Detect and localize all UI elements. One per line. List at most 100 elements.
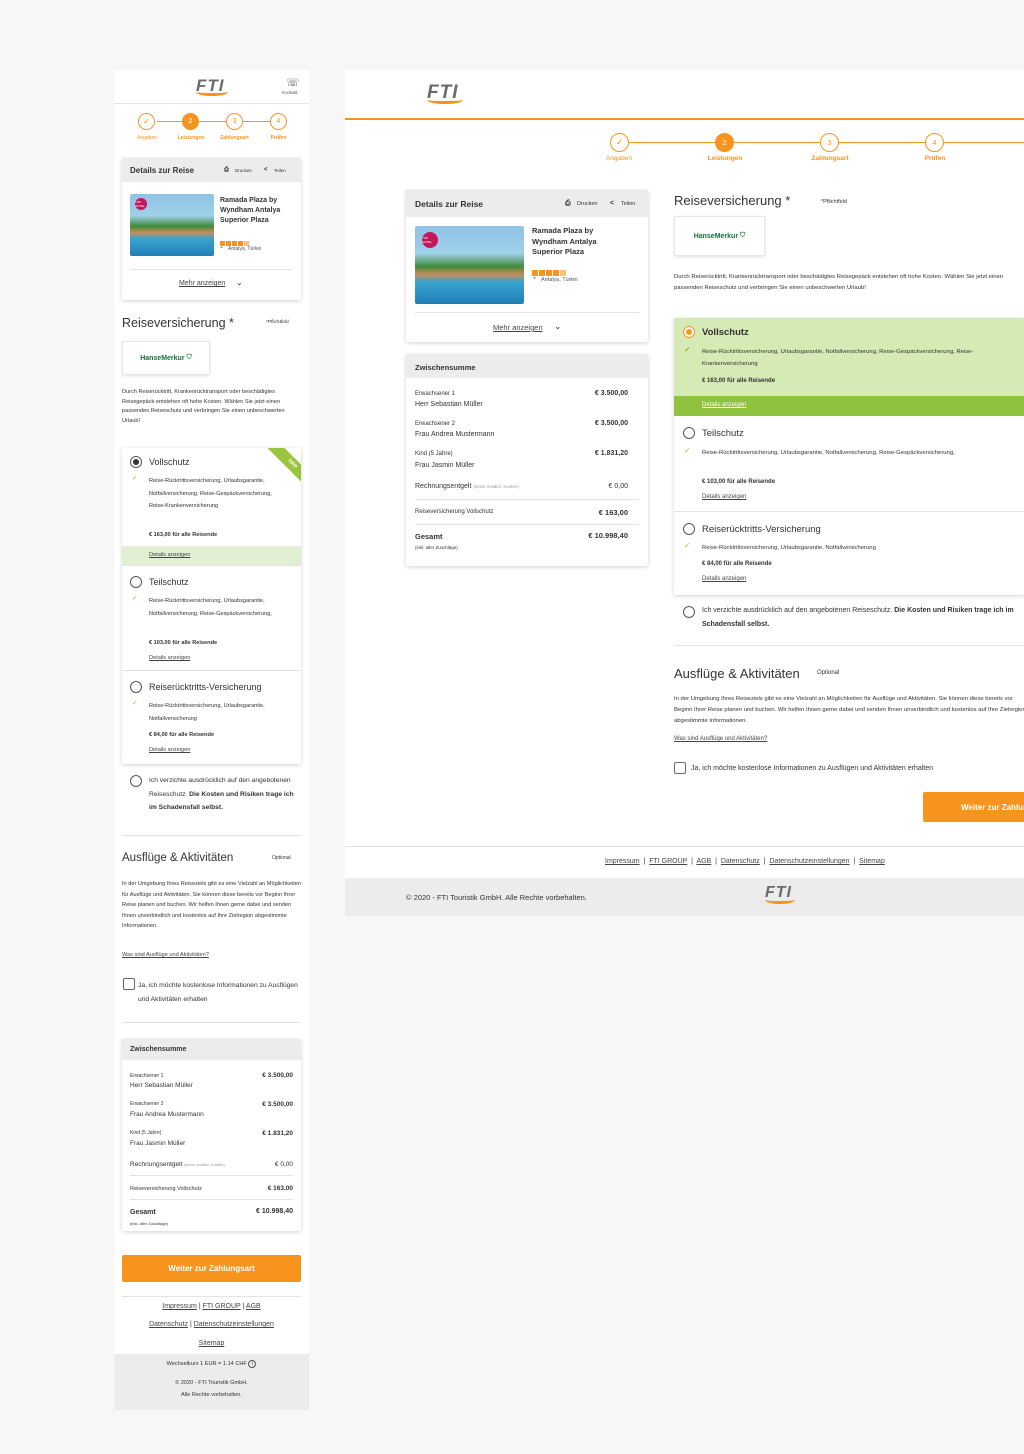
more-link[interactable]: Mehr anzeigen: [179, 280, 225, 287]
teilschutz-radio[interactable]: [130, 576, 142, 588]
subtotal-card: Zwischensumme Erwachsener 1 Herr Sebasti…: [406, 354, 648, 566]
footer-divider: [345, 846, 1024, 847]
top-hotel-badge: TOP HOTEL: [135, 198, 147, 210]
continue-to-payment-button[interactable]: Weiter zur Zahlungsart: [923, 792, 1024, 822]
excursions-checkbox[interactable]: [123, 978, 135, 990]
step-2-label[interactable]: Leistungen: [697, 155, 753, 162]
row-value: € 3.500,00: [594, 420, 628, 427]
fti-group-link[interactable]: FTI GROUP: [649, 858, 687, 865]
step-1-circle[interactable]: ✓: [138, 113, 155, 130]
step-2-label[interactable]: Leistungen: [171, 135, 211, 141]
chevron-down-icon[interactable]: ⌄: [236, 278, 243, 287]
vollschutz-label[interactable]: Vollschutz: [702, 327, 749, 338]
decline-text: Ich verzichte ausdrücklich auf den angeb…: [702, 607, 1014, 628]
teilschutz-details-link[interactable]: Details anzeigen: [149, 655, 190, 661]
more-link[interactable]: Mehr anzeigen: [493, 323, 543, 332]
vollschutz-price: € 163,00 für alle Reisende: [149, 532, 218, 538]
step-1-label[interactable]: Angaben: [128, 135, 166, 141]
step-1-label[interactable]: Angaben: [594, 155, 644, 162]
fti-group-link[interactable]: FTI GROUP: [203, 1303, 241, 1310]
teilschutz-radio[interactable]: [683, 427, 695, 439]
continue-to-payment-button[interactable]: Weiter zur Zahlungsart: [122, 1255, 301, 1282]
print-icon[interactable]: ⎙: [224, 167, 229, 174]
step-2-circle[interactable]: 2: [715, 133, 734, 152]
row-label: Erwachsener 2: [130, 1101, 164, 1107]
mobile-view: FTI ☏ Kontakt ✓ 2 3 4 Angaben Leistungen…: [114, 70, 309, 1410]
teilschutz-details-link[interactable]: Details anzeigen: [702, 494, 746, 500]
impressum-link[interactable]: Impressum: [605, 858, 640, 865]
copyright-line1: © 2020 - FTI Touristik GmbH.: [175, 1380, 248, 1386]
excursions-link[interactable]: Was sind Ausflüge und Aktivitäten?: [674, 736, 767, 742]
impressum-link[interactable]: Impressum: [162, 1303, 197, 1310]
info-icon[interactable]: i: [248, 1360, 257, 1368]
teilschutz-label[interactable]: Teilschutz: [149, 577, 189, 587]
excursions-checkbox-label[interactable]: Ja, ich möchte kostenlose Informationen …: [691, 765, 933, 772]
ruecktritt-details-link[interactable]: Details anzeigen: [149, 747, 190, 753]
vollschutz-check-icon: ✓: [684, 345, 691, 354]
datenschutz-link[interactable]: Datenschutz: [149, 1321, 188, 1328]
hotel-location: Antalya, Türkei: [541, 277, 578, 283]
ruecktritt-label[interactable]: Reiserücktritts-Versicherung: [149, 682, 262, 692]
teilschutz-label[interactable]: Teilschutz: [702, 428, 744, 439]
required-note: *Pflichtfeld: [821, 199, 847, 205]
subtotal-header: Zwischensumme: [406, 354, 648, 378]
sitemap-link[interactable]: Sitemap: [199, 1340, 225, 1347]
vollschutz-details-link[interactable]: Details anzeigen: [702, 402, 746, 408]
print-icon[interactable]: ⎙: [565, 200, 571, 208]
share-icon[interactable]: <: [610, 200, 614, 207]
subtotal-card: Zwischensumme Erwachsener 1 Herr Sebasti…: [122, 1039, 301, 1231]
excursions-checkbox[interactable]: [674, 762, 686, 774]
phone-icon[interactable]: ☏: [286, 76, 300, 89]
step-1-circle[interactable]: ✓: [610, 133, 629, 152]
step-2-circle[interactable]: 2: [182, 113, 199, 130]
vollschutz-radio[interactable]: [130, 456, 142, 468]
hotel-name[interactable]: Ramada Plaza by Wyndham Antalya Superior…: [220, 196, 296, 226]
ruecktritt-details-link[interactable]: Details anzeigen: [702, 576, 746, 582]
share-icon[interactable]: <: [264, 167, 268, 173]
contact-label[interactable]: Kontakt: [282, 90, 297, 95]
datenschutzeinstellungen-link[interactable]: Datenschutzeinstellungen: [194, 1321, 274, 1328]
vollschutz-label[interactable]: Vollschutz: [149, 457, 190, 467]
ruecktritt-radio[interactable]: [130, 681, 142, 693]
step-3-circle[interactable]: 3: [226, 113, 243, 130]
footer-links: Impressum | FTI GROUP | AGB | Datenschut…: [605, 858, 885, 865]
ruecktritt-radio[interactable]: [683, 523, 695, 535]
step-4-label[interactable]: Prüfen: [911, 155, 959, 162]
row-value: € 3.500,00: [594, 390, 628, 397]
decline-radio[interactable]: [683, 606, 695, 618]
step-3-circle[interactable]: 3: [820, 133, 839, 152]
chevron-down-icon[interactable]: ⌄: [554, 321, 562, 332]
fti-footer-logo[interactable]: FTI: [765, 884, 795, 904]
ruecktritt-label[interactable]: Reiserücktritts-Versicherung: [702, 524, 821, 535]
step-3-label[interactable]: Zahlungsart: [214, 135, 255, 141]
sitemap-link[interactable]: Sitemap: [859, 858, 885, 865]
teilschutz-desc: Reise-Rücktrittsversicherung, Urlaubsgar…: [702, 450, 955, 456]
vollschutz-radio[interactable]: [683, 326, 695, 338]
hotel-name[interactable]: Ramada Plaza by Wyndham Antalya Superior…: [532, 226, 622, 258]
agb-link[interactable]: AGB: [246, 1303, 261, 1310]
excursions-link[interactable]: Was sind Ausflüge und Aktivitäten?: [122, 952, 209, 958]
step-4-label[interactable]: Prüfen: [261, 135, 296, 141]
trip-details-card: Details zur Reise ⎙ Drucken < Teilen TOP…: [406, 190, 648, 342]
decline-radio[interactable]: [130, 775, 142, 787]
step-4-circle[interactable]: 4: [270, 113, 287, 130]
agb-link[interactable]: AGB: [696, 858, 711, 865]
row-name: Frau Andrea Mustermann: [415, 431, 495, 438]
print-label[interactable]: Drucken: [577, 201, 597, 207]
total-value: € 10.998,40: [588, 531, 628, 540]
share-label[interactable]: Teilen: [621, 201, 635, 207]
row-name: Frau Jasmin Müller: [130, 1140, 186, 1147]
option-divider: [122, 670, 301, 671]
row-label: Kind (5 Jahre): [130, 1130, 162, 1136]
share-label[interactable]: Teilen: [274, 168, 286, 173]
fti-logo[interactable]: FTI: [427, 82, 463, 106]
print-label[interactable]: Drucken: [235, 168, 252, 173]
fti-logo[interactable]: FTI: [196, 76, 228, 98]
vollschutz-details-link[interactable]: Details anzeigen: [149, 552, 190, 558]
datenschutz-link[interactable]: Datenschutz: [721, 858, 760, 865]
excursions-checkbox-label[interactable]: Ja, ich möchte kostenlose Informationen …: [138, 979, 298, 1006]
step-4-circle[interactable]: 4: [925, 133, 944, 152]
step-3-label[interactable]: Zahlungsart: [801, 155, 859, 162]
datenschutzeinstellungen-link[interactable]: Datenschutzeinstellungen: [769, 858, 849, 865]
ruecktritt-desc: Reise-Rücktrittsversicherung, Urlaubsgar…: [149, 703, 265, 722]
